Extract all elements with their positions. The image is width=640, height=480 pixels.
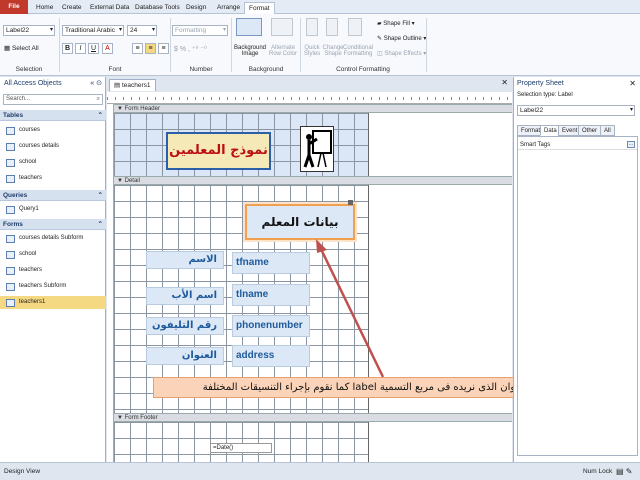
property-row-smart-tags[interactable]: Smart Tags… <box>518 140 637 150</box>
view-switch-icons[interactable]: ▤ ✎ <box>616 463 632 480</box>
property-sheet-title: Property Sheet <box>517 80 564 87</box>
close-icon[interactable]: ✕ <box>629 79 636 88</box>
prop-tab-all[interactable]: All <box>600 125 615 136</box>
status-num-lock: Num Lock <box>583 468 613 475</box>
builder-icon[interactable]: … <box>627 141 635 148</box>
status-view-text: Design View <box>4 468 41 475</box>
prop-tab-other[interactable]: Other <box>578 125 602 136</box>
property-sheet: Property Sheet ✕ Selection type: Label L… <box>513 77 640 462</box>
status-bar: Design View Num Lock ▤ ✎ <box>0 462 640 480</box>
selection-type-text: Selection type: Label <box>517 92 573 98</box>
property-object-combo[interactable]: Label22 ▾ <box>517 105 635 116</box>
property-grid: Smart Tags… <box>517 136 638 456</box>
